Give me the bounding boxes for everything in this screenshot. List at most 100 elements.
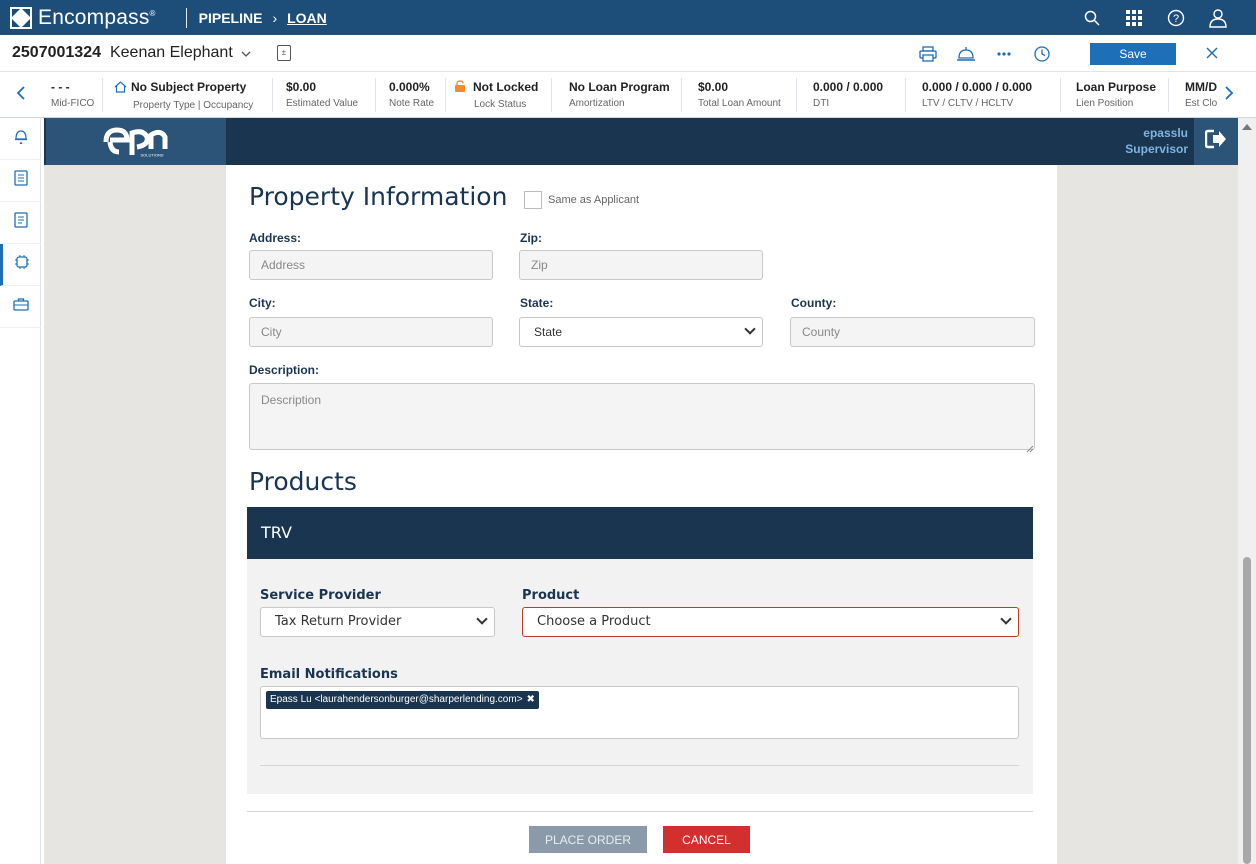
- summary-value: $0.00: [698, 80, 729, 94]
- epn-role: Supervisor: [1125, 142, 1188, 156]
- order-panel: Property Information Same as Applicant A…: [226, 165, 1057, 864]
- service-provider-value: Tax Return Provider: [275, 614, 402, 629]
- summary-value: No Loan Program: [569, 80, 670, 94]
- frame-scrollbar[interactable]: [1238, 118, 1256, 864]
- scroll-up-arrow-icon[interactable]: [1242, 124, 1252, 130]
- cancel-button[interactable]: CANCEL: [663, 826, 750, 853]
- same-as-applicant-checkbox[interactable]: [524, 191, 542, 209]
- summary-divider: [1168, 78, 1169, 112]
- description-textarea[interactable]: Description: [249, 383, 1035, 450]
- bell-icon: [14, 127, 28, 150]
- product-select-value: Choose a Product: [537, 614, 651, 629]
- chevron-down-icon: [476, 613, 488, 625]
- summary-lock-status[interactable]: Not Locked Lock Status: [454, 80, 538, 110]
- summary-loan-program: No Loan Program Amortization: [569, 80, 670, 109]
- chevron-down-icon[interactable]: [241, 46, 251, 60]
- svg-text:SOLUTIONS: SOLUTIONS: [140, 152, 163, 157]
- loan-number: 2507001324: [12, 44, 101, 61]
- summary-divider: [375, 78, 376, 112]
- service-provider-label: Service Provider: [260, 588, 381, 603]
- address-input[interactable]: Address: [249, 250, 493, 280]
- summary-value: No Subject Property: [114, 80, 253, 96]
- product-select[interactable]: Choose a Product: [522, 607, 1019, 637]
- summary-label: Mid-FICO: [51, 98, 95, 109]
- more-options-icon[interactable]: [992, 42, 1016, 66]
- summary-divider: [681, 78, 682, 112]
- user-profile-icon[interactable]: [1206, 6, 1230, 30]
- rail-documents[interactable]: [0, 202, 41, 244]
- breadcrumb-separator: ›: [272, 9, 278, 26]
- city-input[interactable]: City: [249, 317, 493, 347]
- forms-list-icon: [13, 170, 28, 191]
- property-info-title: Property Information: [249, 182, 508, 211]
- app-header: Encompass® PIPELINE › LOAN ?: [0, 0, 1256, 35]
- summary-divider: [905, 78, 906, 112]
- loan-summary-strip: - - - Mid-FICO No Subject Property Prope…: [0, 72, 1256, 118]
- close-icon[interactable]: [1206, 43, 1218, 64]
- resize-handle-icon[interactable]: [1026, 440, 1034, 458]
- state-select-value: State: [534, 325, 563, 339]
- history-clock-icon[interactable]: [1030, 42, 1054, 66]
- borrower-name[interactable]: Keenan Elephant: [110, 44, 233, 62]
- summary-label: Est Clo: [1185, 98, 1218, 109]
- same-as-applicant-label: Same as Applicant: [548, 194, 640, 206]
- summary-label: Amortization: [569, 98, 625, 109]
- zip-input[interactable]: Zip: [519, 250, 763, 280]
- breadcrumb-pipeline[interactable]: PIPELINE: [199, 10, 263, 26]
- rail-services[interactable]: [0, 244, 41, 286]
- chevron-right-icon[interactable]: [1224, 84, 1234, 107]
- scrollbar-thumb[interactable]: [1243, 557, 1251, 864]
- summary-label: Estimated Value: [286, 98, 359, 109]
- products-title: Products: [249, 467, 357, 496]
- loan-header: 2507001324 Keenan Elephant ± Save: [0, 35, 1256, 72]
- summary-label: Property Type | Occupancy: [133, 100, 254, 111]
- summary-total-loan-amount: $0.00 Total Loan Amount: [698, 80, 781, 109]
- chevron-left-icon[interactable]: [16, 84, 26, 107]
- brand-name: Encompass®: [38, 5, 156, 29]
- summary-value: Not Locked: [454, 80, 538, 95]
- place-order-button[interactable]: PLACE ORDER: [529, 826, 647, 853]
- rail-alerts[interactable]: [0, 118, 41, 160]
- remove-chip-icon[interactable]: ✖: [527, 694, 535, 705]
- header-divider: [185, 7, 187, 28]
- description-label: Description:: [249, 363, 320, 377]
- summary-value: 0.000 / 0.000 / 0.000: [922, 80, 1033, 94]
- epn-username: epasslu: [1143, 126, 1188, 140]
- home-icon: [114, 81, 127, 96]
- apps-grid-icon[interactable]: [1122, 6, 1146, 30]
- email-recipient-text: Epass Lu <laurahendersonburger@sharperle…: [270, 694, 523, 705]
- email-notifications-label: Email Notifications: [260, 667, 398, 682]
- summary-divider: [445, 78, 446, 112]
- summary-label: Lock Status: [474, 99, 527, 110]
- summary-divider: [796, 78, 797, 112]
- print-icon[interactable]: [916, 42, 940, 66]
- left-rail: [0, 118, 41, 864]
- help-icon[interactable]: ?: [1164, 6, 1188, 30]
- state-select[interactable]: State: [519, 317, 763, 347]
- summary-property[interactable]: No Subject Property Property Type | Occu…: [114, 80, 253, 111]
- lock-open-icon: [454, 80, 466, 95]
- svg-text:?: ?: [1173, 13, 1179, 25]
- loan-document-icon[interactable]: ±: [276, 45, 291, 61]
- search-icon[interactable]: [1080, 6, 1104, 30]
- epn-logo-icon: SOLUTIONS: [103, 126, 168, 157]
- service-provider-select[interactable]: Tax Return Provider: [260, 607, 495, 637]
- card-divider: [260, 765, 1019, 766]
- product-label: Product: [522, 588, 580, 603]
- epn-user-info: epasslu Supervisor: [1125, 125, 1188, 157]
- logout-button[interactable]: [1194, 118, 1238, 165]
- summary-mid-fico: - - - Mid-FICO: [51, 80, 94, 109]
- email-notifications-input[interactable]: Epass Lu <laurahendersonburger@sharperle…: [260, 686, 1019, 739]
- breadcrumb-loan[interactable]: LOAN: [287, 10, 327, 26]
- sign-out-icon: [1204, 129, 1227, 154]
- summary-label: LTV / CLTV / HCLTV: [922, 98, 1014, 109]
- rail-toolbox[interactable]: [0, 286, 41, 328]
- save-button[interactable]: Save: [1090, 42, 1176, 65]
- county-input[interactable]: County: [790, 317, 1035, 347]
- summary-ltv: 0.000 / 0.000 / 0.000 LTV / CLTV / HCLTV: [922, 80, 1032, 109]
- rail-forms[interactable]: [0, 160, 41, 202]
- service-bell-icon[interactable]: [954, 42, 978, 66]
- email-recipient-chip: Epass Lu <laurahendersonburger@sharperle…: [266, 691, 539, 709]
- summary-divider: [272, 78, 273, 112]
- summary-divider: [551, 78, 552, 112]
